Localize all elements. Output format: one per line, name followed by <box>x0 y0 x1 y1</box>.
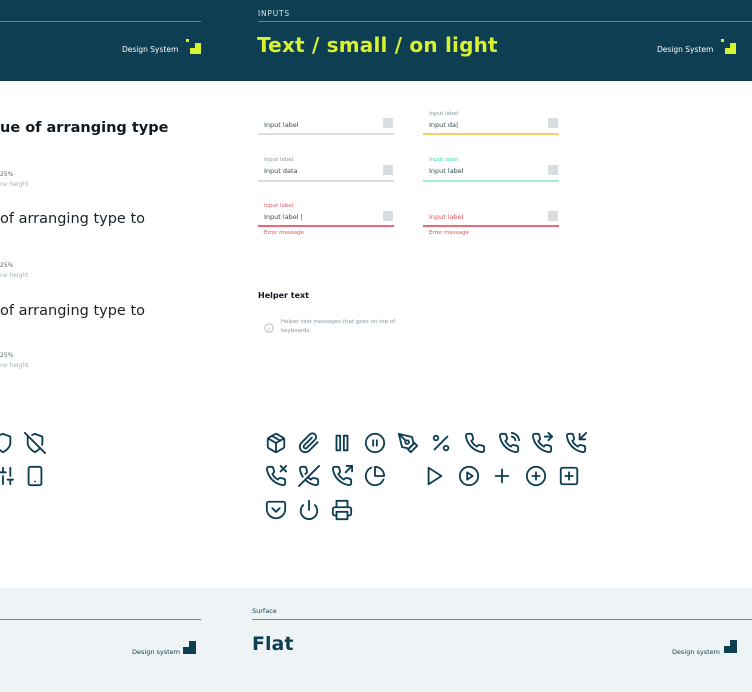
input-trailing-icon <box>548 118 558 128</box>
surface-brand-text-left: Design system <box>132 648 181 656</box>
section-eyebrow: INPUTS <box>258 9 290 18</box>
phone-icon <box>464 432 486 454</box>
type-meta-caption-2: ne height <box>0 272 29 279</box>
percent-icon <box>430 432 452 454</box>
shield-icon <box>0 432 14 454</box>
pie-chart-icon <box>364 465 386 487</box>
input-underline <box>423 133 559 135</box>
input-typing-warning[interactable]: Input label Input da| <box>423 110 559 137</box>
input-underline <box>423 225 559 227</box>
type-meta-caption-1: ne height <box>0 181 29 188</box>
input-trailing-icon <box>383 165 393 175</box>
mobile-icon <box>24 465 46 487</box>
surface-title: Flat <box>252 633 294 655</box>
type-sample-regular-1: of arranging type to <box>0 211 146 227</box>
surface-brand-logo-right <box>724 640 737 653</box>
play-circle-icon <box>458 465 480 487</box>
phone-incoming-icon <box>565 432 587 454</box>
brand-text-left: Design System <box>122 45 179 54</box>
input-value: Input label <box>429 213 464 221</box>
input-default[interactable]: Input label <box>258 113 394 137</box>
surface-brand-text-right: Design system <box>672 648 721 656</box>
surface-brand-logo-left <box>183 641 196 654</box>
input-trailing-icon <box>548 165 558 175</box>
pocket-icon <box>265 499 287 521</box>
input-underline <box>258 225 394 227</box>
surface-divider-right <box>252 619 752 620</box>
info-icon <box>264 318 274 333</box>
power-icon <box>298 499 320 521</box>
paperclip-icon <box>298 432 320 454</box>
play-icon <box>424 465 446 487</box>
type-meta-value-1: 25% <box>0 171 14 178</box>
pause-circle-icon <box>364 432 386 454</box>
phone-missed-icon <box>265 465 287 487</box>
input-underline <box>258 180 394 182</box>
type-meta-value-2: 25% <box>0 262 14 269</box>
phone-forwarded-icon <box>531 432 553 454</box>
printer-icon <box>331 499 353 521</box>
package-icon <box>265 432 287 454</box>
type-meta-caption-3: ne height <box>0 362 29 369</box>
input-label: Input label <box>429 111 459 117</box>
input-error-alt[interactable]: Input label Error message <box>423 202 559 238</box>
header-divider-right <box>258 21 752 22</box>
brand-logo-right <box>721 39 736 54</box>
input-value: Input label <box>429 167 464 175</box>
input-error-message: Error message <box>264 230 304 236</box>
brand-text-right: Design System <box>657 45 714 54</box>
surface-divider-left <box>0 619 201 620</box>
pause-icon <box>331 432 353 454</box>
input-label: Input label <box>429 157 459 163</box>
input-trailing-icon <box>383 211 393 221</box>
plus-square-icon <box>558 465 580 487</box>
input-error[interactable]: Input label Input label | Error message <box>258 202 394 238</box>
page-title: Text / small / on light <box>257 33 498 57</box>
input-placeholder: Input label <box>264 121 299 129</box>
plus-circle-icon <box>525 465 547 487</box>
input-trailing-icon <box>383 118 393 128</box>
input-value: Input data <box>264 167 298 175</box>
input-filled[interactable]: Input label Input data <box>258 156 394 183</box>
header-divider-left <box>0 21 201 22</box>
phone-outgoing-icon <box>331 465 353 487</box>
sliders-icon <box>0 465 14 487</box>
type-sample-bold: ue of arranging type <box>0 120 169 136</box>
helper-section-title: Helper text <box>258 291 309 300</box>
phone-call-icon <box>498 432 520 454</box>
input-value: Input label | <box>264 213 303 221</box>
type-meta-value-3: 25% <box>0 352 14 359</box>
input-underline <box>258 133 394 135</box>
shield-off-icon <box>24 432 46 454</box>
input-error-message: Error message <box>429 230 469 236</box>
pen-tool-icon <box>397 432 419 454</box>
input-trailing-icon <box>548 211 558 221</box>
phone-off-icon <box>298 465 320 487</box>
helper-text-body: Helper text messages that goes on top of… <box>281 319 396 334</box>
type-sample-regular-2: of arranging type to <box>0 303 146 319</box>
surface-eyebrow: Surface <box>252 607 277 615</box>
surface-band <box>0 588 752 692</box>
input-label: Input label <box>264 203 294 209</box>
input-focused[interactable]: Input label Input label <box>423 156 559 183</box>
input-underline <box>423 180 559 182</box>
brand-logo-left <box>186 39 201 54</box>
input-value: Input da| <box>429 121 459 129</box>
input-label: Input label <box>264 157 294 163</box>
plus-icon <box>491 465 513 487</box>
